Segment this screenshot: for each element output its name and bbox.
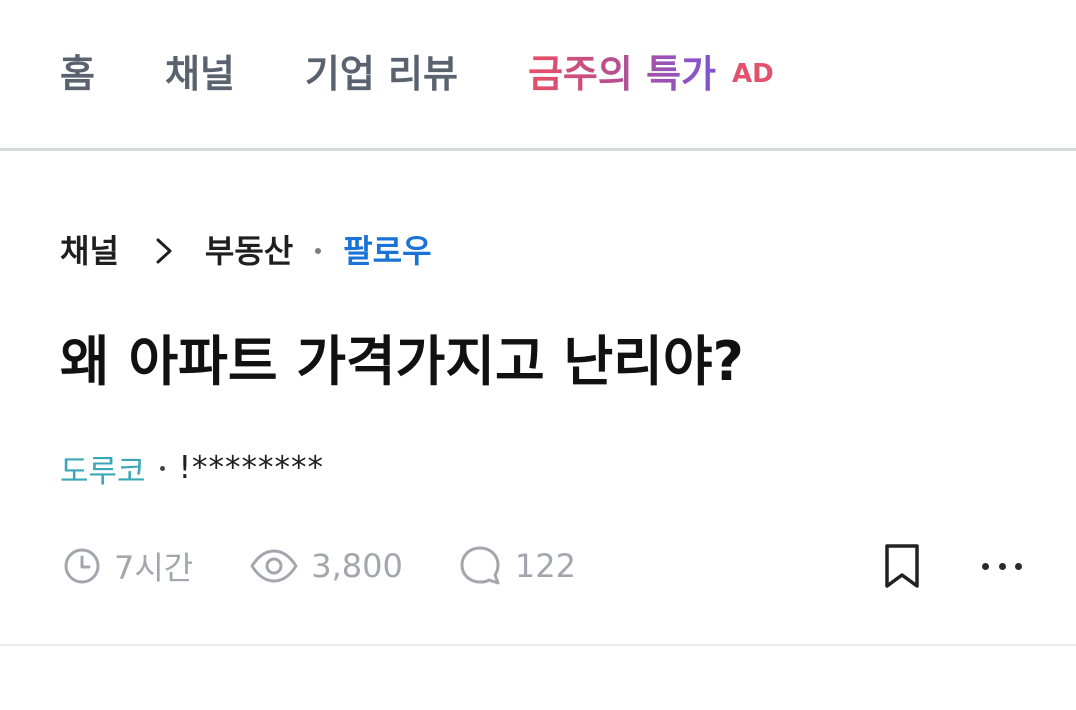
post-views-count: 3,800 [311, 547, 403, 585]
nav-item-weekly-deal[interactable]: 금주의 특가 AD [528, 55, 774, 93]
nav-item-channel[interactable]: 채널 [165, 55, 235, 93]
post-time-text: 7시간 [114, 549, 194, 587]
post-actions [880, 538, 1022, 594]
weekly-deal-label: 금주의 특가 [527, 52, 716, 96]
bookmark-button[interactable] [880, 538, 924, 594]
author-name[interactable]: 도루코 [60, 446, 146, 491]
breadcrumb: 채널 부동산 팔로우 [60, 226, 432, 276]
post-comments[interactable]: 122 [459, 544, 576, 588]
more-button[interactable] [982, 538, 1022, 594]
more-icon-dot [982, 562, 989, 570]
breadcrumb-category[interactable]: 부동산 [205, 235, 293, 267]
ad-badge: AD [732, 59, 774, 89]
breadcrumb-channel[interactable]: 채널 [60, 235, 119, 267]
chevron-right-icon [156, 238, 172, 264]
author-line: 도루코 !******** [60, 446, 324, 490]
follow-button[interactable]: 팔로우 [343, 235, 431, 267]
bookmark-icon [885, 544, 919, 588]
post-views: 3,800 [249, 546, 403, 586]
author-dot-separator [159, 465, 165, 471]
nav-item-home[interactable]: 홈 [60, 55, 95, 93]
nav-divider [0, 148, 1076, 151]
nav-item-company-review[interactable]: 기업 리뷰 [305, 55, 458, 93]
comment-icon [460, 546, 500, 585]
eye-icon [250, 549, 298, 583]
post-time: 7시간 [62, 543, 193, 589]
section-divider [0, 644, 1076, 646]
top-nav: 홈 채널 기업 리뷰 금주의 특가 AD [0, 0, 1076, 148]
breadcrumb-dot-separator [315, 248, 322, 254]
post-meta-row: 7시간 3,800 122 [62, 538, 1022, 594]
more-icon-dot [998, 562, 1006, 570]
post-comments-count: 122 [514, 547, 576, 585]
clock-icon [64, 548, 100, 584]
author-company: !******** [178, 450, 324, 486]
more-icon-dot [1015, 562, 1022, 570]
post-title: 왜 아파트 가격가지고 난리야? [60, 330, 744, 393]
